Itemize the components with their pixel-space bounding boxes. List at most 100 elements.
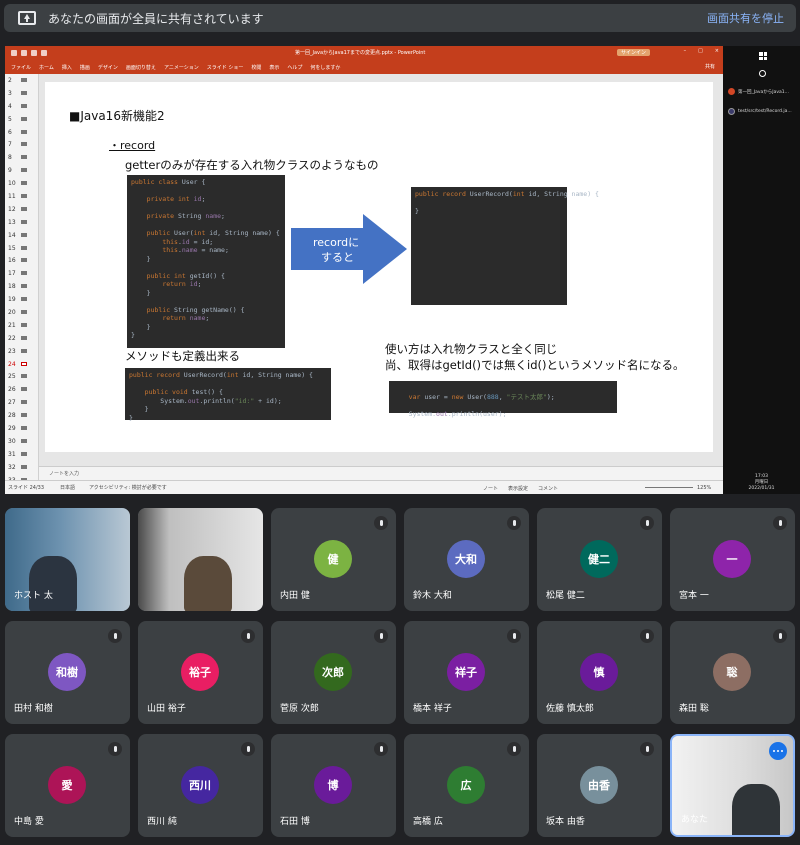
slide-preview — [21, 297, 27, 302]
participant-tile[interactable]: 和樹 田村 和樹 — [5, 621, 130, 724]
taskbar-item-label: test/src/test/Record.ja... — [738, 109, 792, 114]
ribbon-tab[interactable]: ヘルプ — [287, 64, 302, 71]
slide-thumbnail[interactable]: 8 — [5, 151, 38, 164]
search-icon[interactable] — [759, 70, 766, 77]
sign-in-button[interactable]: サインイン — [617, 49, 651, 56]
slide-number: 25 — [8, 373, 16, 381]
slide-thumbnail[interactable]: 9 — [5, 164, 38, 177]
slide-thumbnail[interactable]: 13 — [5, 216, 38, 229]
slide-thumbnail[interactable]: 26 — [5, 383, 38, 396]
mic-muted-icon — [507, 629, 521, 643]
slide-canvas[interactable]: ■Java16新機能2 ・record getterのみが存在する入れ物クラスの… — [45, 82, 715, 452]
ribbon-tab[interactable]: 挿入 — [62, 64, 72, 71]
slide-number: 10 — [8, 180, 16, 188]
minimize-icon[interactable]: – — [684, 48, 687, 54]
slide-thumbnail[interactable]: 3 — [5, 87, 38, 100]
status-accessibility[interactable]: アクセシビリティ: 検討が必要です — [89, 484, 167, 491]
document-title: 第一回_JavaからJava17までの変更点.pptx - PowerPoint — [295, 50, 426, 56]
slide-thumbnail[interactable]: 23 — [5, 345, 38, 358]
slide-thumbnail[interactable]: 5 — [5, 113, 38, 126]
slide-thumbnail[interactable]: 19 — [5, 293, 38, 306]
slide-thumbnail[interactable]: 18 — [5, 280, 38, 293]
comments-button[interactable]: コメント — [538, 485, 558, 492]
taskbar-clock[interactable]: 17:03 月曜日 2022/01/31 — [723, 474, 800, 492]
participant-tile[interactable]: 次郎 菅原 次郎 — [271, 621, 396, 724]
taskbar-item-powerpoint[interactable]: 第一回_JavaからJava1... — [728, 88, 789, 95]
slide-thumbnail[interactable]: 7 — [5, 138, 38, 151]
slide-thumbnail[interactable]: 30 — [5, 435, 38, 448]
slide-preview — [21, 155, 27, 160]
ribbon-tab[interactable]: ホーム — [39, 64, 54, 71]
slide-thumbnail[interactable]: 22 — [5, 332, 38, 345]
ribbon-tab[interactable]: スライド ショー — [207, 64, 244, 71]
slide-thumbnail[interactable]: 17 — [5, 267, 38, 280]
slide-thumbnail[interactable]: 24 — [5, 358, 38, 371]
slide-thumbnail[interactable]: 12 — [5, 203, 38, 216]
code-record-method: public record UserRecord(int id, String … — [125, 368, 331, 422]
clock-date: 2022/01/31 — [748, 486, 775, 491]
stop-sharing-button[interactable]: 画面共有を停止 — [707, 10, 784, 26]
start-show-icon[interactable] — [41, 50, 47, 56]
slide-thumbnail[interactable]: 6 — [5, 126, 38, 139]
status-language[interactable]: 日本語 — [60, 484, 75, 491]
undo-icon[interactable] — [21, 50, 27, 56]
slide-thumbnail[interactable]: 20 — [5, 306, 38, 319]
slide-thumbnail[interactable]: 15 — [5, 242, 38, 255]
participant-tile[interactable]: 西川 西川 純 — [138, 734, 263, 837]
participant-tile[interactable]: 大和 鈴木 大和 — [404, 508, 529, 611]
participant-tile[interactable]: 裕子 山田 裕子 — [138, 621, 263, 724]
save-icon[interactable] — [11, 50, 17, 56]
display-settings-button[interactable]: 表示設定 — [508, 485, 528, 492]
slide-thumbnail[interactable]: 10 — [5, 177, 38, 190]
slide-thumbnail[interactable]: 25 — [5, 370, 38, 383]
ribbon-tab[interactable]: デザイン — [98, 64, 118, 71]
maximize-icon[interactable]: □ — [698, 48, 703, 54]
participant-tile[interactable]: ホスト 太 — [5, 508, 130, 611]
notes-button[interactable]: ノート — [483, 485, 498, 492]
participant-tile[interactable]: 広高橋 広 — [404, 734, 529, 837]
participant-tile[interactable]: 健内田 健 — [271, 508, 396, 611]
participant-tile[interactable]: 祥子 橋本 祥子 — [404, 621, 529, 724]
participant-tile[interactable]: 由香 坂本 由香 — [537, 734, 662, 837]
windows-start-icon[interactable] — [759, 52, 767, 60]
participant-tile[interactable]: 博石田 博 — [271, 734, 396, 837]
participant-tile[interactable]: 聡森田 聡 — [670, 621, 795, 724]
ribbon-tab[interactable]: アニメーション — [164, 64, 199, 71]
slide-thumbnail[interactable]: 28 — [5, 409, 38, 422]
mic-muted-icon — [374, 742, 388, 756]
share-button[interactable]: 共有 — [705, 63, 715, 70]
slide-thumbnail[interactable]: 11 — [5, 190, 38, 203]
participant-avatar: 健二 — [580, 540, 618, 578]
slide-thumbnail[interactable]: 2 — [5, 74, 38, 87]
participant-tile[interactable]: 健二 松尾 健二 — [537, 508, 662, 611]
ribbon-tab[interactable]: ファイル — [11, 64, 31, 71]
ribbon-tab[interactable]: 画面切り替え — [126, 64, 156, 71]
self-tile[interactable]: あなた — [670, 734, 795, 837]
participant-tile[interactable]: 愛中島 愛 — [5, 734, 130, 837]
zoom-level[interactable]: 125% — [697, 485, 711, 491]
slide-thumbnail[interactable]: 16 — [5, 254, 38, 267]
ribbon-tab[interactable]: 表示 — [269, 64, 279, 71]
slide-thumbnail[interactable]: 29 — [5, 422, 38, 435]
slide-thumbnail[interactable]: 27 — [5, 396, 38, 409]
slide-thumbnail[interactable]: 4 — [5, 100, 38, 113]
taskbar-item-eclipse[interactable]: test/src/test/Record.ja... — [728, 108, 792, 115]
slide-preview — [21, 438, 27, 443]
ribbon-tab[interactable]: 何をしますか — [310, 64, 340, 71]
ribbon-tab[interactable]: 描画 — [80, 64, 90, 71]
mic-muted-icon — [241, 629, 255, 643]
participant-tile[interactable] — [138, 508, 263, 611]
close-icon[interactable]: × — [715, 48, 719, 54]
slide-thumbnail[interactable]: 31 — [5, 448, 38, 461]
slide-thumbnail[interactable]: 32 — [5, 461, 38, 474]
ribbon-tab[interactable]: 校閲 — [251, 64, 261, 71]
notes-pane[interactable]: ノートを入力 — [39, 466, 723, 480]
slide-thumbnail[interactable]: 21 — [5, 319, 38, 332]
slide-thumbnail[interactable]: 14 — [5, 229, 38, 242]
zoom-slider[interactable] — [645, 487, 693, 488]
more-options-icon[interactable] — [769, 742, 787, 760]
participant-tile[interactable]: 一宮本 一 — [670, 508, 795, 611]
redo-icon[interactable] — [31, 50, 37, 56]
slide-scrollbar[interactable] — [713, 74, 723, 480]
participant-tile[interactable]: 慎佐藤 慎太郎 — [537, 621, 662, 724]
